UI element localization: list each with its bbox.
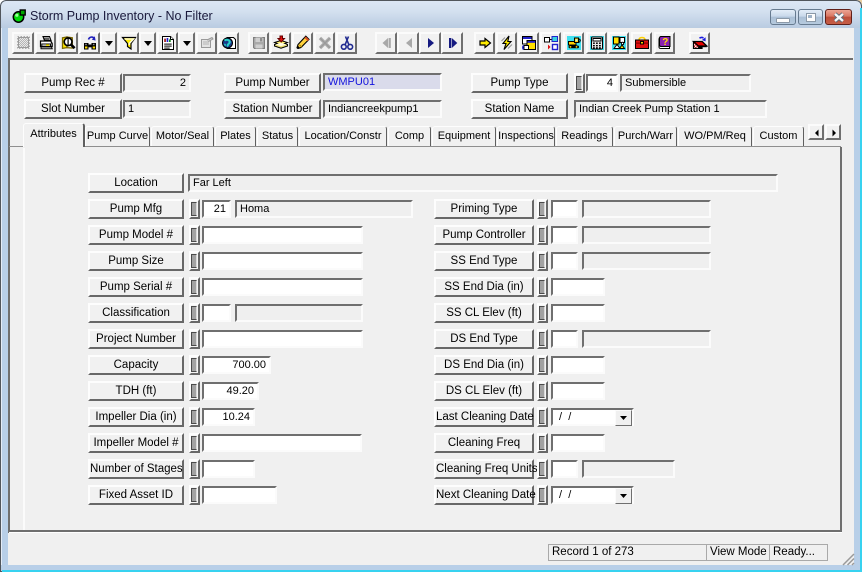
svg-text:?: ? [662, 37, 668, 48]
